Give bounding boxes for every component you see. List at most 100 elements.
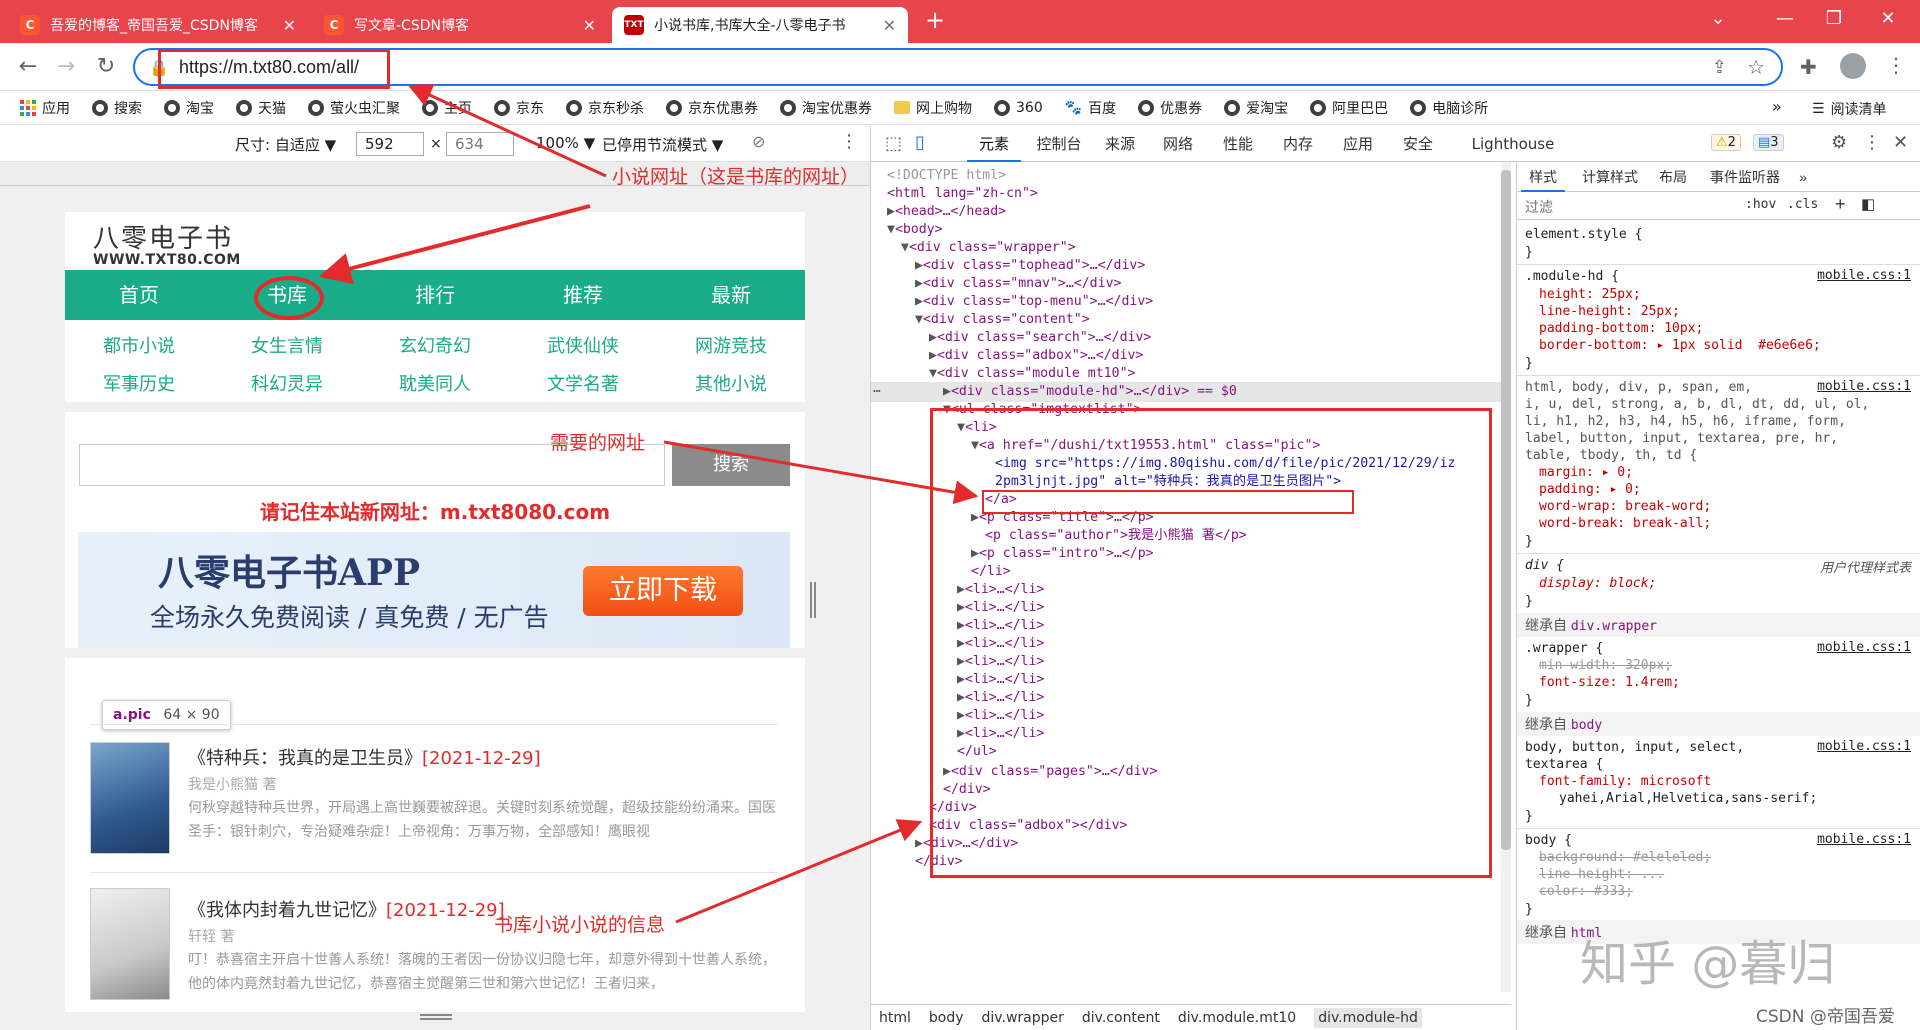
css-property[interactable]: padding: ▸ 0; [1539,481,1641,499]
dom-node[interactable]: ▶<div class="pages">…</div> [943,762,1157,782]
dom-node[interactable]: <p class="author">我是小熊猫 著</p> [985,526,1247,546]
inspect-element-icon[interactable]: ⬚ [885,133,902,154]
reading-list-button[interactable]: ☰ 阅读清单 [1812,99,1887,119]
dom-node[interactable]: ▼<a href="/dushi/txt19553.html" class="p… [971,436,1320,456]
category-link[interactable]: 女生言情 [213,332,361,358]
bookmark-item[interactable]: 萤火虫汇聚 [308,98,400,118]
dom-node[interactable]: ▼<div class="wrapper"> [901,238,1076,258]
expand-arrow-icon[interactable]: ▶ [957,708,965,723]
tab-styles[interactable]: 样式 [1521,162,1565,192]
collapse-arrow-icon[interactable]: ▼ [957,420,965,435]
dom-node[interactable]: ▶<li>…</li> [957,580,1044,600]
breadcrumb-item[interactable]: body [929,1010,964,1026]
category-link[interactable]: 玄幻奇幻 [361,332,509,358]
device-size-select[interactable]: 尺寸: 自适应 ▼ [235,134,336,155]
hov-toggle[interactable]: :hov [1745,197,1776,212]
expand-arrow-icon[interactable]: ▶ [957,636,965,651]
expand-arrow-icon[interactable]: ▶ [915,836,923,851]
site-logo[interactable]: 八零电子书 [93,218,233,255]
css-property-overridden[interactable]: color: #333; [1539,883,1633,901]
bookmark-item[interactable]: 360 [994,99,1043,116]
throttle-select[interactable]: 已停用节流模式 ▼ [602,134,723,155]
category-link[interactable]: 耽美同人 [361,370,509,396]
address-bar[interactable]: 🔒 https://m.txt80.com/all/ ⇪ ☆ [133,48,1783,86]
tab-network[interactable]: 网络 [1153,126,1203,162]
bookmark-item[interactable]: 搜索 [92,98,142,118]
dom-node[interactable]: ▶<li>…</li> [957,616,1044,636]
collapse-arrow-icon[interactable]: ▼ [929,366,937,381]
category-link[interactable]: 文学名著 [509,370,657,396]
css-source-link[interactable]: mobile.css:1 [1817,379,1911,394]
dom-node[interactable]: ▼<ul class="imgtextlist"> [943,400,1142,420]
bookmark-item[interactable]: 淘宝优惠券 [780,98,872,118]
expand-arrow-icon[interactable]: ▶ [929,330,937,345]
nav-ranking[interactable]: 排行 [361,270,509,320]
css-source-link[interactable]: mobile.css:1 [1817,268,1911,283]
close-window-button[interactable]: ✕ [1868,8,1908,29]
bookmark-item[interactable]: 阿里巴巴 [1310,98,1388,118]
css-property[interactable]: border-bottom: ▸ 1px solid #e6e6e6; [1539,337,1821,355]
tab-more[interactable]: » [1793,162,1813,192]
css-selector[interactable]: body, button, input, select, [1525,739,1744,757]
dom-node[interactable]: </div> [929,798,977,818]
dom-node-selected[interactable]: ⋯ ▶<div class="module-hd">…</div> == $0 [871,382,1501,402]
collapse-arrow-icon[interactable]: ▼ [915,312,923,327]
css-property[interactable]: padding-bottom: 10px; [1539,320,1703,338]
dom-node[interactable]: ▶<div class="top-menu">…</div> [915,292,1153,312]
nav-recommend[interactable]: 推荐 [509,270,657,320]
viewport-width-input[interactable]: 592 [356,132,424,156]
css-property[interactable]: font-family: microsoft [1539,773,1711,791]
dom-node[interactable]: <html lang="zh-cn"> [887,184,1038,204]
new-style-rule-icon[interactable]: + [1835,194,1846,215]
expand-arrow-icon[interactable]: ▶ [957,618,965,633]
css-selector[interactable]: .wrapper { [1525,640,1603,658]
category-link[interactable]: 都市小说 [65,332,213,358]
collapse-arrow-icon[interactable]: ▼ [971,438,979,453]
nav-latest[interactable]: 最新 [657,270,805,320]
bookmarks-overflow-button[interactable]: » [1772,97,1782,116]
expand-arrow-icon[interactable]: ▶ [915,276,923,291]
category-link[interactable]: 科幻灵异 [213,370,361,396]
messages-badge[interactable]: ▤3 [1753,134,1784,151]
css-selector[interactable]: i, u, del, strong, a, b, dl, dt, dd, ul,… [1525,396,1869,414]
bookmark-item[interactable]: 天猫 [236,98,286,118]
breadcrumb-item[interactable]: div.wrapper [982,1010,1064,1026]
dom-node[interactable]: </ul> [957,742,997,762]
extensions-icon[interactable]: ✚ [1800,55,1817,79]
css-property[interactable]: height: 25px; [1539,286,1641,304]
expand-arrow-icon[interactable]: ▶ [957,690,965,705]
expand-arrow-icon[interactable]: ▶ [943,764,951,779]
css-property[interactable]: margin: ▸ 0; [1539,464,1633,482]
download-now-button[interactable]: 立即下载 [583,566,743,616]
inherited-selector[interactable]: div.wrapper [1571,619,1657,634]
dom-node[interactable]: ▶<div class="tophead">…</div> [915,256,1145,276]
bookmark-folder[interactable]: 网上购物 [894,98,972,118]
close-tab-icon[interactable]: ✕ [583,16,596,35]
nav-home[interactable]: 首页 [65,270,213,320]
toggle-sidebar-icon[interactable]: ◧ [1861,195,1875,213]
category-link[interactable]: 武侠仙侠 [509,332,657,358]
dom-node[interactable]: ▶<li>…</li> [957,724,1044,744]
expand-arrow-icon[interactable]: ▶ [887,204,895,219]
devtools-menu-icon[interactable]: ⋮ [1863,132,1881,153]
tab-console[interactable]: 控制台 [1027,126,1091,162]
dom-node[interactable]: 2pm3ljnjt.jpg" alt="特种兵：我真的是卫生员图片"> [995,472,1341,492]
profile-avatar[interactable] [1840,53,1866,79]
forward-icon[interactable]: → [52,53,80,81]
bookmark-item[interactable]: 淘宝 [164,98,214,118]
search-button[interactable]: 搜索 [672,444,790,486]
inherited-selector[interactable]: body [1571,718,1602,733]
css-selector[interactable]: html, body, div, p, span, em, [1525,379,1752,397]
dom-node[interactable]: ▼<body> [887,220,943,240]
tab-lighthouse[interactable]: Lighthouse [1465,126,1561,162]
css-source-link[interactable]: mobile.css:1 [1817,739,1911,754]
tab-write-article[interactable]: C 写文章-CSDN博客 ✕ [312,7,608,43]
css-property[interactable]: font-size: 1.4rem; [1539,674,1680,692]
bookmark-item[interactable]: 电脑诊所 [1410,98,1488,118]
expand-arrow-icon[interactable]: ▶ [943,384,951,399]
list-item[interactable]: a.pic 64 × 90 《特种兵：我真的是卫生员》[2021-12-29] … [78,700,790,866]
css-selector[interactable]: body { [1525,832,1572,850]
url-text[interactable]: https://m.txt80.com/all/ [179,57,359,78]
dom-node[interactable]: ▶<div class="mnav">…</div> [915,274,1121,294]
book-cover-image[interactable] [90,742,170,854]
